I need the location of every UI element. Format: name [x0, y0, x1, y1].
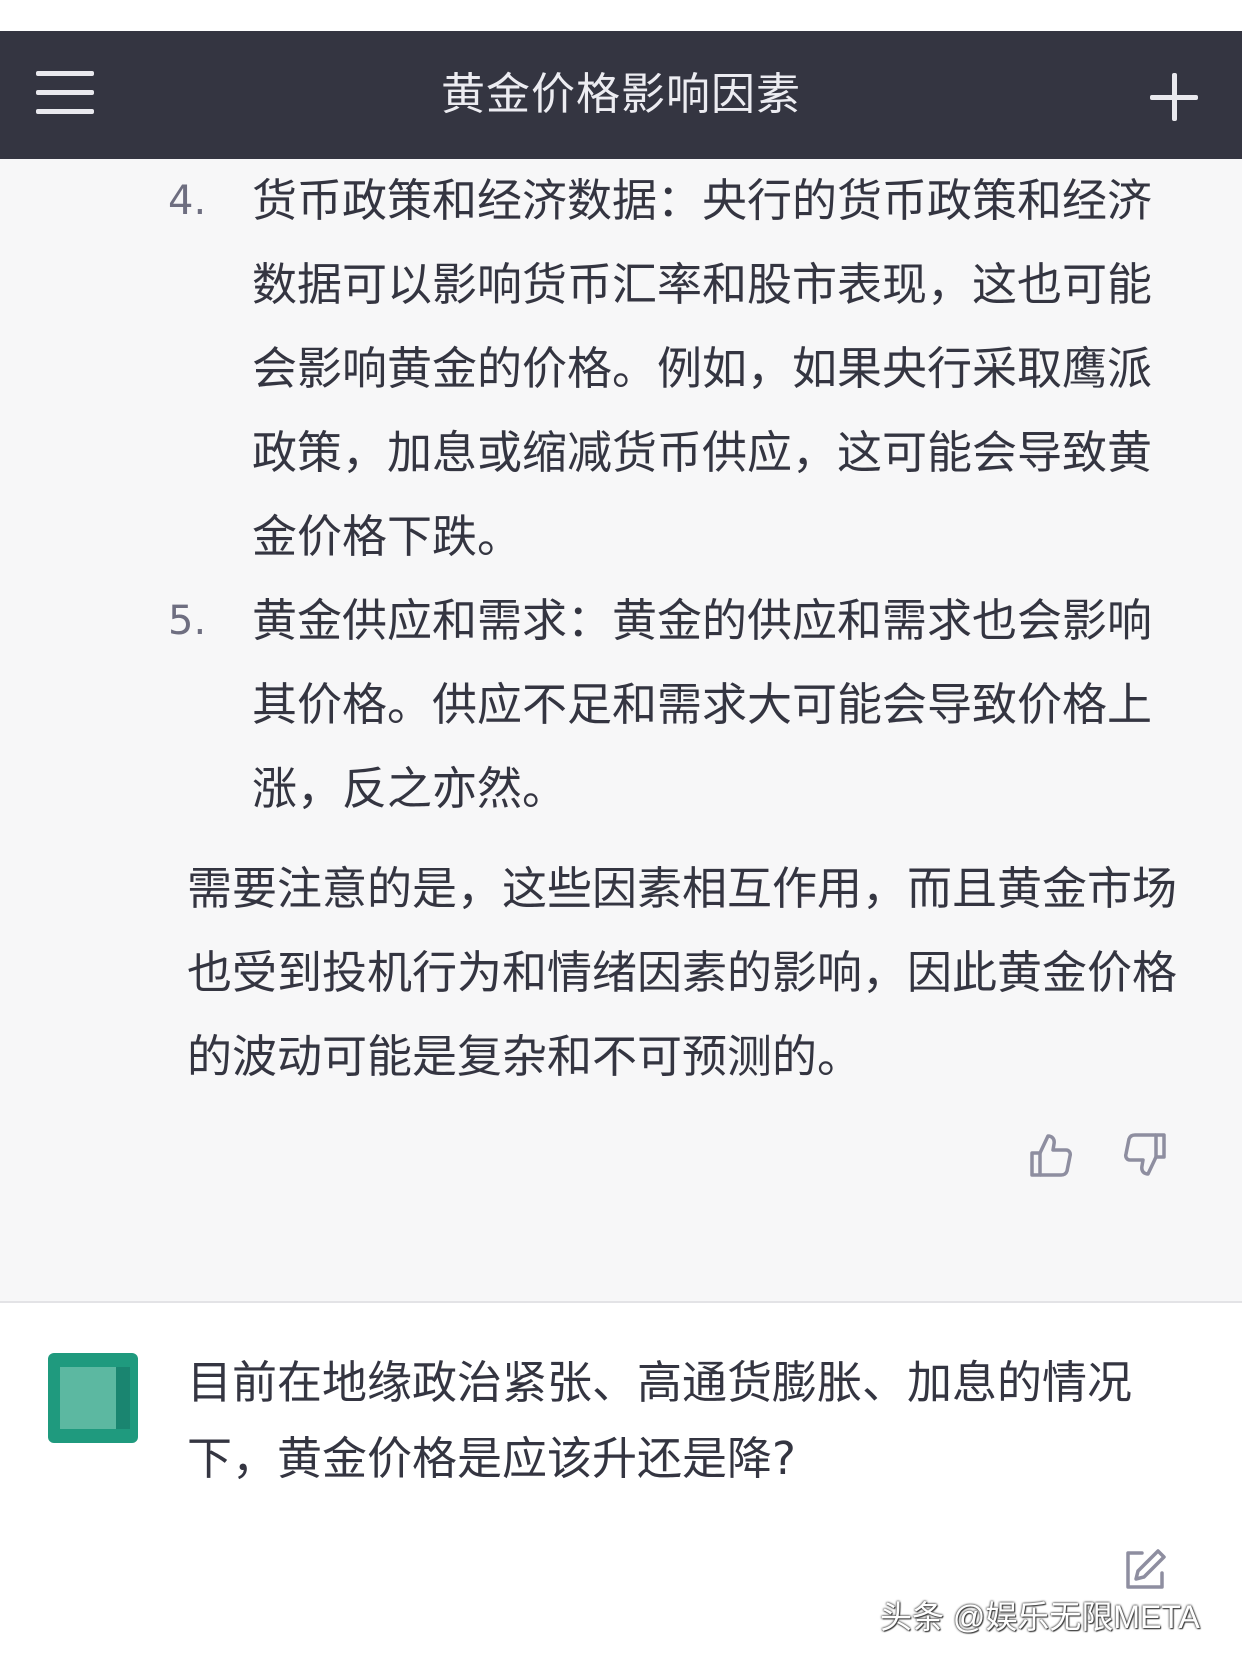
chat-page: 黄金价格影响因素 4. 货币政策和经济数据：央行的货币政策和经济数据可以影响货币… [0, 0, 1242, 1657]
conclusion-paragraph: 需要注意的是，这些因素相互作用，而且黄金市场也受到投机行为和情绪因素的影响，因此… [187, 862, 1178, 1083]
list-item-number: 5. [168, 598, 207, 644]
thumbs-down-icon[interactable] [1122, 1131, 1170, 1179]
thumbs-up-icon[interactable] [1026, 1131, 1074, 1179]
list-item-number: 4. [168, 178, 207, 224]
watermark: 头条 @娱乐无限META [880, 1599, 1200, 1635]
plus-icon[interactable] [1150, 73, 1198, 121]
edit-icon[interactable] [1122, 1547, 1168, 1593]
top-bar: 黄金价格影响因素 [0, 31, 1242, 159]
conversation-title: 黄金价格影响因素 [441, 69, 801, 120]
list-item-text: 货币政策和经济数据：央行的货币政策和经济数据可以影响货币汇率和股市表现，这也可能… [252, 174, 1153, 563]
assistant-message: 4. 货币政策和经济数据：央行的货币政策和经济数据可以影响货币汇率和股市表现，这… [0, 159, 1242, 1303]
user-avatar [48, 1353, 138, 1443]
list-item-text: 黄金供应和需求：黄金的供应和需求也会影响其价格。供应不足和需求大可能会导致价格上… [252, 594, 1153, 815]
user-message-text: 目前在地缘政治紧张、高通货膨胀、加息的情况下，黄金价格是应该升还是降? [187, 1356, 1133, 1485]
